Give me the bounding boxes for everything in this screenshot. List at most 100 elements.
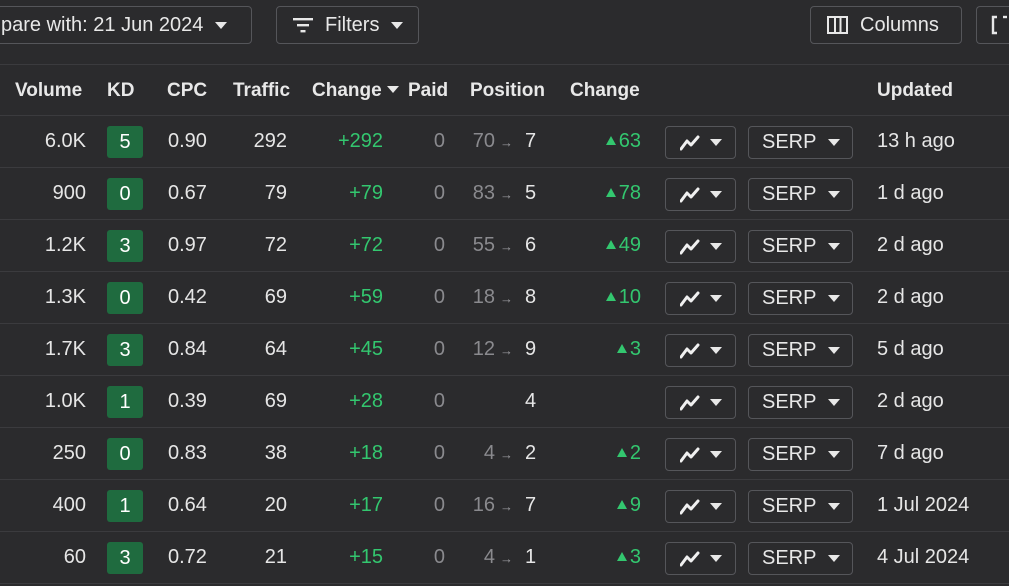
- position-history-button[interactable]: [665, 334, 736, 367]
- paid-cell: 0: [433, 130, 445, 152]
- position-history-button[interactable]: [665, 230, 736, 263]
- traffic-cell: 20: [264, 494, 287, 516]
- chevron-down-icon: [710, 503, 722, 510]
- cpc-column-header[interactable]: CPC: [167, 80, 207, 102]
- traffic-cell: 72: [264, 234, 287, 256]
- serp-dropdown[interactable]: SERP: [748, 542, 853, 575]
- position-change-value: 2: [629, 442, 641, 464]
- position-history-button[interactable]: [665, 282, 736, 315]
- filter-icon: [293, 18, 313, 33]
- position-history-button[interactable]: [665, 126, 736, 159]
- volume-cell: 900: [52, 182, 86, 204]
- arrow-up-icon: [616, 448, 627, 457]
- previous-position: 18: [472, 286, 495, 308]
- paid-cell: 0: [433, 286, 445, 308]
- serp-dropdown[interactable]: SERP: [748, 230, 853, 263]
- updated-column-header[interactable]: Updated: [877, 80, 953, 102]
- traffic-cell: 79: [264, 182, 287, 204]
- current-position: 4: [525, 390, 537, 412]
- kd-badge: 1: [107, 386, 143, 418]
- serp-dropdown[interactable]: SERP: [748, 126, 853, 159]
- paid-cell: 0: [433, 494, 445, 516]
- cpc-cell: 0.90: [168, 130, 207, 152]
- chevron-down-icon: [828, 503, 841, 510]
- chevron-down-icon: [828, 347, 841, 354]
- position-change-value: 78: [618, 182, 641, 204]
- paid-column-header[interactable]: Paid: [408, 80, 448, 102]
- table-row: 1.7K 3 0.84 64 +45 0 12 → 9 3 SERP 5 d a…: [0, 324, 1009, 376]
- previous-position: 83: [472, 182, 495, 204]
- trend-chart-icon: [680, 187, 700, 202]
- cpc-cell: 0.72: [168, 546, 207, 568]
- arrow-right-icon: →: [500, 343, 513, 358]
- current-position: 1: [525, 546, 537, 568]
- kd-column-header[interactable]: KD: [107, 80, 134, 102]
- position-history-button[interactable]: [665, 178, 736, 211]
- position-history-button[interactable]: [665, 386, 736, 419]
- updated-cell: 1 d ago: [877, 182, 944, 204]
- expand-button[interactable]: [976, 6, 1009, 44]
- position-history-button[interactable]: [665, 438, 736, 471]
- serp-dropdown[interactable]: SERP: [748, 490, 853, 523]
- table-row: 250 0 0.83 38 +18 0 4 → 2 2 SERP 7 d ago: [0, 428, 1009, 480]
- chevron-down-icon: [710, 347, 722, 354]
- serp-dropdown[interactable]: SERP: [748, 334, 853, 367]
- position-history-button[interactable]: [665, 490, 736, 523]
- trend-chart-icon: [680, 499, 700, 514]
- position-history-button[interactable]: [665, 542, 736, 575]
- updated-cell: 1 Jul 2024: [877, 494, 970, 516]
- position-column-header[interactable]: Position: [470, 80, 545, 102]
- table-row: 1.2K 3 0.97 72 +72 0 55 → 6 49 SERP 2 d …: [0, 220, 1009, 272]
- arrow-right-icon: →: [500, 239, 513, 254]
- volume-cell: 1.0K: [44, 390, 86, 412]
- kd-badge: 1: [107, 490, 143, 522]
- serp-dropdown[interactable]: SERP: [748, 178, 853, 211]
- arrow-right-icon: →: [500, 551, 513, 566]
- previous-position: 12: [472, 338, 495, 360]
- serp-dropdown[interactable]: SERP: [748, 438, 853, 471]
- kd-badge: 5: [107, 126, 143, 158]
- table-row: 6.0K 5 0.90 292 +292 0 70 → 7 63 SERP 13…: [0, 116, 1009, 168]
- table-row: 1.3K 0 0.42 69 +59 0 18 → 8 10 SERP 2 d …: [0, 272, 1009, 324]
- expand-icon: [991, 15, 1007, 35]
- position-change-column-header[interactable]: Change: [570, 80, 640, 102]
- traffic-column-header[interactable]: Traffic: [233, 80, 290, 102]
- arrow-up-icon: [616, 552, 627, 561]
- serp-dropdown[interactable]: SERP: [748, 386, 853, 419]
- volume-cell: 250: [52, 442, 86, 464]
- cpc-cell: 0.97: [168, 234, 207, 256]
- serp-dropdown[interactable]: SERP: [748, 282, 853, 315]
- current-position: 5: [525, 182, 537, 204]
- columns-button[interactable]: Columns: [810, 6, 962, 44]
- chevron-down-icon: [828, 191, 841, 198]
- toolbar: pare with: 21 Jun 2024 Filters Columns: [0, 0, 1009, 65]
- position-change-cell: 9: [616, 494, 641, 517]
- chevron-down-icon: [215, 21, 228, 29]
- traffic-change-cell: +18: [349, 442, 383, 464]
- paid-cell: 0: [433, 338, 445, 360]
- trend-chart-icon: [680, 291, 700, 306]
- serp-label: SERP: [762, 339, 817, 361]
- serp-label: SERP: [762, 183, 817, 205]
- volume-cell: 1.3K: [44, 286, 86, 308]
- volume-cell: 1.7K: [44, 338, 86, 360]
- traffic-cell: 64: [264, 338, 287, 360]
- filters-button[interactable]: Filters: [276, 6, 419, 44]
- filters-label: Filters: [325, 13, 380, 36]
- cpc-cell: 0.83: [168, 442, 207, 464]
- arrow-right-icon: →: [500, 291, 513, 306]
- previous-position: 55: [472, 234, 495, 256]
- current-position: 2: [525, 442, 537, 464]
- compare-date-dropdown[interactable]: pare with: 21 Jun 2024: [0, 6, 252, 44]
- traffic-change-column-header[interactable]: Change: [312, 80, 399, 102]
- traffic-change-cell: +15: [349, 546, 383, 568]
- traffic-cell: 69: [264, 390, 287, 412]
- sort-desc-icon: [386, 86, 399, 93]
- volume-cell: 400: [52, 494, 86, 516]
- position-change-cell: 3: [616, 338, 641, 361]
- volume-column-header[interactable]: Volume: [15, 80, 82, 102]
- traffic-cell: 38: [264, 442, 287, 464]
- updated-cell: 4 Jul 2024: [877, 546, 970, 568]
- chevron-down-icon: [828, 451, 841, 458]
- kd-badge: 3: [107, 230, 143, 262]
